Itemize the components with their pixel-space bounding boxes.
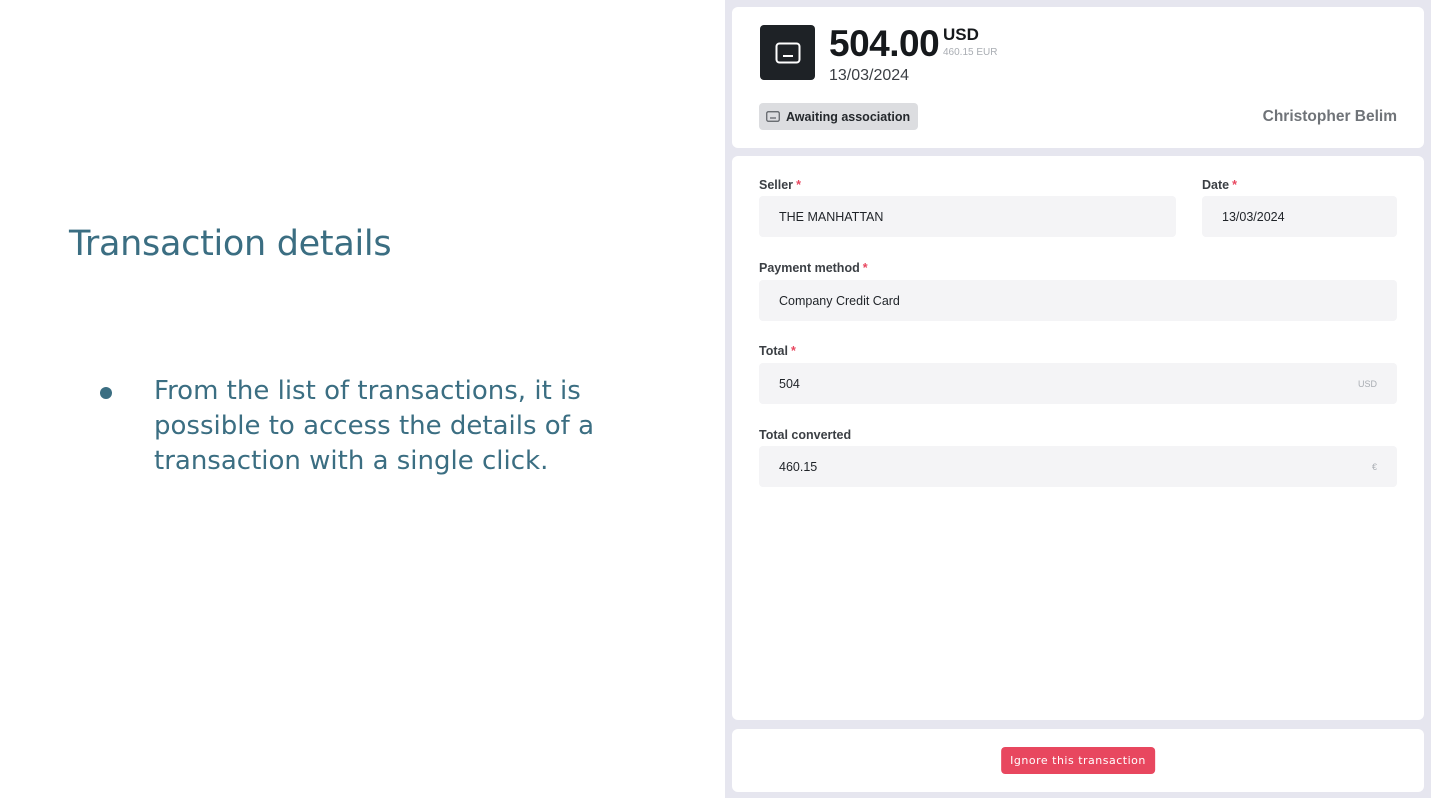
required-mark: * — [862, 261, 868, 275]
transaction-currency: USD — [943, 25, 979, 44]
transaction-amount: 504.00 — [829, 23, 940, 64]
seller-field[interactable]: THE MANHATTAN — [759, 196, 1176, 237]
required-mark: * — [796, 178, 801, 192]
total-converted-label: Total converted — [759, 428, 851, 442]
bullet-list-item: From the list of transactions, it is pos… — [100, 374, 640, 479]
payment-method-field[interactable]: Company Credit Card — [759, 280, 1397, 321]
payment-method-value: Company Credit Card — [779, 293, 900, 308]
transaction-header-card: 504.00 USD 460.15 EUR 13/03/2024 Awaitin… — [732, 7, 1424, 148]
status-badge: Awaiting association — [759, 103, 919, 130]
converted-amount: 460.15 EUR — [943, 47, 998, 58]
date-value: 13/03/2024 — [1222, 209, 1285, 224]
required-mark: * — [1232, 178, 1237, 192]
bullet-text: From the list of transactions, it is pos… — [154, 376, 595, 476]
date-field[interactable]: 13/03/2024 — [1202, 196, 1397, 237]
payment-method-label-text: Payment method — [759, 261, 860, 275]
total-field[interactable]: 504 USD — [759, 363, 1397, 404]
transaction-date: 13/03/2024 — [829, 67, 910, 84]
ignore-transaction-button[interactable]: Ignore this transaction — [1001, 747, 1155, 774]
transaction-detail-panel: 504.00 USD 460.15 EUR 13/03/2024 Awaitin… — [725, 0, 1431, 798]
transaction-footer-card: Ignore this transaction — [732, 729, 1424, 792]
total-converted-label-text: Total converted — [759, 428, 852, 442]
transaction-form-card: Seller * THE MANHATTAN Date * 13/03/2024 P… — [732, 156, 1424, 720]
total-label: Total * — [759, 344, 796, 358]
receipt-icon-glyph — [775, 42, 800, 63]
total-converted-value: 460.15 — [779, 459, 818, 474]
quote-mark-decoration: “ — [0, 0, 294, 237]
slide-title: Transaction details — [69, 224, 392, 264]
total-label-text: Total — [759, 344, 788, 358]
seller-value: THE MANHATTAN — [779, 209, 884, 224]
payment-method-label: Payment method * — [759, 261, 868, 275]
total-converted-field[interactable]: 460.15 € — [759, 446, 1397, 487]
seller-label: Seller * — [759, 178, 801, 192]
total-converted-unit: € — [1371, 461, 1377, 472]
status-label: Awaiting association — [786, 109, 911, 124]
receipt-icon — [760, 25, 815, 80]
required-mark: * — [790, 344, 796, 358]
date-label-text: Date — [1202, 178, 1230, 192]
total-value: 504 — [779, 376, 800, 391]
total-unit: USD — [1357, 378, 1377, 389]
date-label: Date * — [1202, 178, 1237, 192]
receipt-icon — [766, 111, 780, 122]
bullet-dot-icon — [100, 387, 112, 399]
user-name: Christopher Belim — [1262, 108, 1397, 125]
seller-label-text: Seller — [759, 178, 794, 192]
